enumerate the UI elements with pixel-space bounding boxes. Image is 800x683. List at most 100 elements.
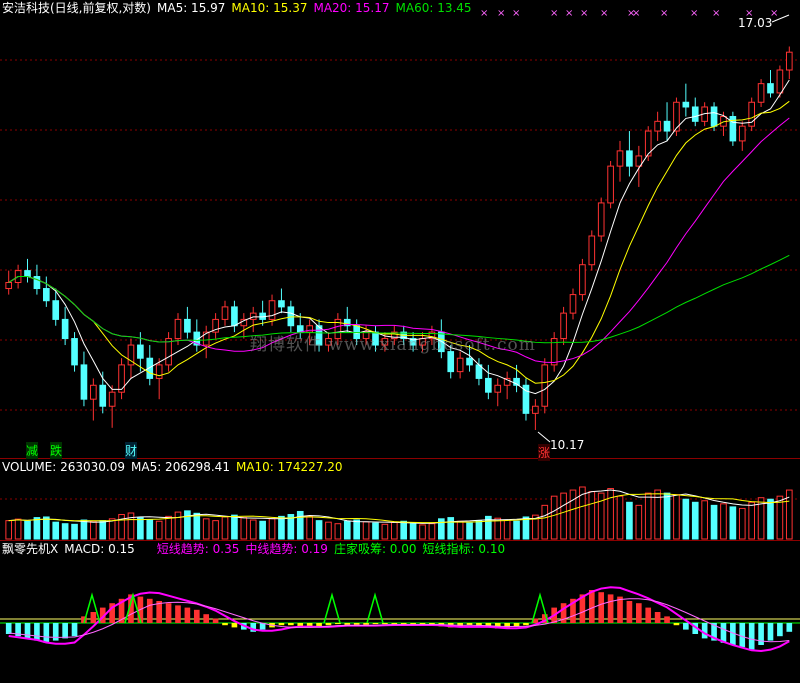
volume-bar [663,492,671,540]
volume-bar [390,521,398,540]
macd-bar [372,623,379,625]
macd-bar [748,623,755,650]
signal-mark-9: × [660,8,668,19]
volume-bar [43,516,50,540]
price-chart-panel[interactable]: 安洁科技(日线,前复权,对数) MA5: 15.97 MA10: 15.37 MA20… [0,0,800,461]
macd-bar [71,623,78,637]
macd-bar [231,623,238,628]
ma5-value: MA5: 15.97 [157,1,226,15]
candle-body [541,364,549,407]
volume-bar [259,520,266,540]
macd-bar [203,614,210,623]
volume-bar [738,507,746,540]
indicator-header: 飘零先机X MACD: 0.15 短线趋势: 0.35 中线趋势: 0.19 庄家吸筹:… [2,541,511,557]
candle-body [616,150,624,167]
candle-body [597,202,605,237]
tag-cai: 财 [125,442,138,459]
volume-bar [626,501,633,540]
volume-bar [710,504,718,540]
candle-body [71,338,78,366]
volume-bar [268,518,276,540]
candle-body [485,377,492,393]
candle-body [90,384,97,400]
volume-bar [193,512,201,540]
macd-bar [607,594,614,623]
volume-bar [61,523,69,540]
volume-bar [428,523,436,540]
macd-bar [701,623,708,639]
macd-bar [513,623,520,627]
candle-body [231,306,238,327]
short-trend-value: 短线趋势: 0.35 [156,542,240,556]
volume-bar [296,510,304,540]
indicator-chart[interactable] [0,541,800,683]
accumulation-value: 庄家吸筹: 0.00 [333,542,417,556]
macd-bar [758,623,764,645]
macd-bar [598,592,605,623]
volume-header: VOLUME: 263030.09 MA5: 206298.41 MA10: 174… [2,459,349,475]
macd-bar [222,623,228,626]
macd-bar [43,623,50,643]
macd-bar [193,609,200,623]
macd-bar [5,623,12,634]
signal-mark-10: × [690,8,698,19]
candle-body [466,357,473,366]
macd-bar [419,623,426,625]
signal-mark-4: × [565,8,573,19]
volume-bar [682,498,690,540]
candlestick-chart[interactable]: × × × × × × × ×× × × × × × [0,0,800,458]
macd-bar [636,603,642,623]
volume-bar [729,506,737,540]
stock-title: 安洁科技(日线,前复权,对数) [2,1,151,15]
candle-body [43,288,50,302]
macd-bar [212,618,219,623]
macd-bar [34,623,40,641]
indicator-panel[interactable]: 飘零先机X MACD: 0.15 短线趋势: 0.35 中线趋势: 0.19 庄家吸筹:… [0,540,800,683]
candle-body [738,125,746,142]
high-price-label: 17.03 [738,16,773,30]
macd-bar [664,616,670,623]
volume-bar [221,516,229,540]
macd-bar [278,623,285,626]
signal-mark-11: × [712,8,720,19]
candle-body [682,101,690,108]
volume-bar [456,520,464,540]
candle-body [33,276,41,290]
volume-bar [466,522,473,540]
candle-body [184,318,191,333]
macd-bar [645,607,652,623]
ma20-line [8,117,790,364]
macd-bar [146,598,153,623]
volume-bar [118,514,125,540]
volume-bar [541,504,549,540]
volume-ma5-line [8,489,790,524]
volume-bar [588,491,596,540]
volume-bar [306,515,313,540]
volume-bar [503,519,511,540]
volume-bar [231,514,238,540]
macd-bar [777,623,783,637]
macd-bar [767,623,774,641]
macd-bar [654,612,661,623]
signal-mark-5: × [580,8,588,19]
volume-bar [353,519,361,540]
candle-body [569,294,577,314]
volume-bar [381,523,389,540]
volume-bar [155,520,163,540]
volume-bar [748,501,755,540]
tag-zhang: 涨 [538,444,551,461]
volume-bar [212,520,219,540]
candle-body [174,318,182,340]
volume-panel[interactable]: VOLUME: 263030.09 MA5: 206298.41 MA10: 174… [0,458,800,541]
candle-body [691,106,699,122]
candle-body [654,120,661,132]
macd-bar [588,590,595,623]
volume-bar [522,516,530,540]
volume-bar [33,517,41,540]
macd-bar [523,623,529,626]
volume-bar [315,520,323,540]
signal-mark-0: × [480,8,488,19]
macd-bar [52,623,59,641]
volume-bar [409,523,417,540]
price-header: 安洁科技(日线,前复权,对数) MA5: 15.97 MA10: 15.37 MA20… [2,0,478,16]
